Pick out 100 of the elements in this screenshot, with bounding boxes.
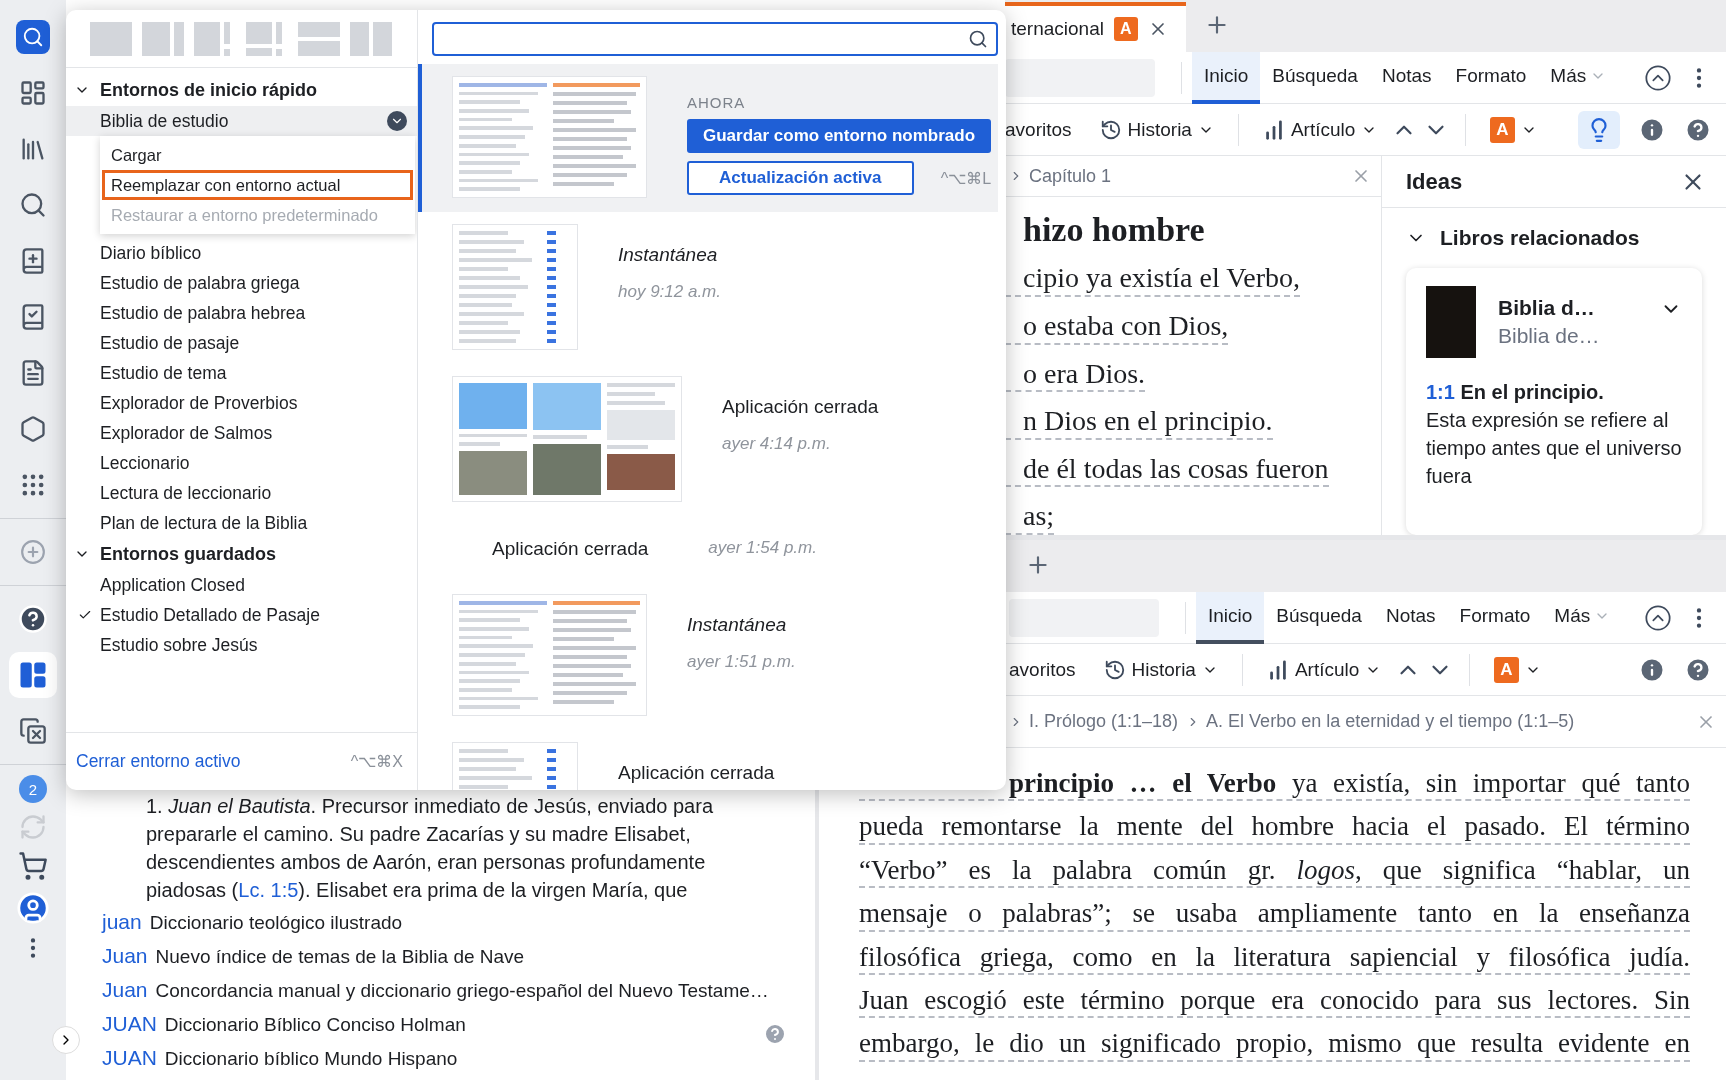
toolbar-tab[interactable]: Búsqueda [1260, 51, 1370, 104]
section-toggle[interactable]: Libros relacionados [1382, 208, 1726, 268]
search-field[interactable] [432, 22, 998, 56]
insights-button[interactable] [1578, 110, 1620, 149]
layout-list-item[interactable]: Estudio de pasaje [66, 328, 417, 358]
search-icon [968, 29, 988, 49]
layout-list-item[interactable]: Plan de lectura de la Biblia [66, 508, 417, 538]
commentary-line: Juan escogió este término porque era conocido para sus lectores. Sin [859, 974, 1690, 1019]
toolbar-field[interactable] [1009, 598, 1159, 637]
section-header[interactable]: Entornos de inicio rápido [66, 74, 317, 106]
history-icon [1103, 658, 1126, 681]
toolbar-tab[interactable]: Formato [1443, 51, 1539, 104]
commentary-line: filosófica griega, como en la literatura sapiencial y filosófica judía. [859, 931, 1690, 975]
document-tab[interactable]: ternacional A [1005, 2, 1186, 52]
shortcut-text: ^⌥⌘X [350, 752, 403, 771]
snapshot-row[interactable]: Instantánea hoy 9:12 a.m. [418, 212, 998, 364]
book-cover [1426, 286, 1476, 358]
toolbar-tab[interactable]: Más [1542, 591, 1623, 644]
snapshot-time: ayer 1:54 p.m. [708, 538, 817, 558]
toolbar-tab[interactable]: Inicio [1196, 591, 1265, 644]
toolbar-label: avoritos [1005, 118, 1072, 141]
close-layout-link[interactable]: Cerrar entorno activo [76, 751, 241, 772]
toolbar-tab[interactable]: Formato [1447, 591, 1543, 644]
hexagon-icon[interactable] [19, 415, 47, 443]
search-icon[interactable] [19, 191, 47, 219]
snapshot-time: hoy 9:12 a.m. [618, 282, 721, 302]
save-button[interactable]: Guardar como entorno nombrado [687, 119, 992, 153]
term-link[interactable]: Juan [102, 978, 148, 1002]
snapshot-time: ayer 1:51 p.m. [687, 652, 796, 672]
snapshot-row[interactable]: Instantánea ayer 1:51 p.m. [418, 582, 998, 730]
layout-list-item[interactable]: Estudio de palabra griega [66, 268, 417, 298]
cart-icon[interactable] [18, 851, 48, 881]
toolbar-field[interactable] [1005, 58, 1155, 97]
layout-list-item[interactable]: Explorador de Proverbios [66, 388, 417, 418]
toolbar-tab[interactable]: Búsqueda [1264, 591, 1374, 644]
commentary-line: mensaje o palabras”; se usaba ampliamente tanto en la enseñanza [859, 888, 1690, 932]
term-link[interactable]: JUAN [102, 1046, 157, 1070]
article-button[interactable]: Artículo [1254, 112, 1386, 147]
snapshot-time: ayer 4:14 p.m. [722, 434, 832, 454]
sidebar-button[interactable] [9, 652, 57, 698]
note-text: 1:1 En el principio. Esta expresión se refiere al tiempo antes que el universo fuera [1426, 380, 1682, 489]
resource-title: Diccionario Bíblico Conciso Holman [164, 1014, 466, 1036]
layout-list-item[interactable]: Lectura de leccionario [66, 478, 417, 508]
layout-icon[interactable] [18, 660, 48, 690]
commentary-line: pueda remontarse la mente del hombre hacia el pasado. El término [859, 801, 1690, 845]
article-button[interactable]: Artículo [1258, 652, 1390, 687]
layout-list-item[interactable]: Biblia de estudio [66, 106, 417, 136]
snapshot-row[interactable]: Aplicación cerrada ayer 4:14 p.m. [418, 364, 998, 516]
term-link[interactable]: JUAN [102, 1012, 157, 1036]
commentary-line: “Verbo” es la palabra común gr. logos, que significa “hablar, un [859, 844, 1690, 889]
snapshot-title: Aplicación cerrada [492, 538, 649, 560]
definition-text: 1. Juan el Bautista. Precursor inmediato de Jesús, enviado para prepararle el camino. Su padre Zacarías y su madre Elisabet, descendientes ambos de Aarón, eran personas profundamente piadosas (Lc. 1:5). Elisabet era prima de la virgen María, que [146, 794, 715, 903]
dashboard-icon[interactable] [19, 79, 47, 107]
history-button[interactable]: Historia [1095, 652, 1226, 687]
search-plus-icon[interactable] [16, 20, 50, 54]
snapshot-title: Aplicación cerrada [722, 396, 879, 418]
snapshot-row[interactable]: AHORA Guardar como entorno nombrado Actualización activa ^⌥⌘L [418, 64, 998, 212]
breadcrumb-item[interactable]: A. El Verbo en la eternidad y el tiempo (1:1–5) [1186, 711, 1575, 732]
live-update-button[interactable]: Actualización activa [687, 161, 914, 195]
toolbar-tab[interactable]: Inicio [1192, 51, 1261, 104]
toolbar-tab[interactable]: Más [1538, 51, 1619, 104]
snapshot-label: AHORA [687, 94, 747, 111]
commentary-line: embargo, le dio un significado propio, mismo que resulta evidente en [859, 1018, 1690, 1062]
layout-list-item[interactable]: Estudio sobre Jesús [66, 630, 417, 660]
layout-list-item[interactable]: Estudio Detallado de Pasaje [66, 600, 417, 630]
toolbar-tab[interactable]: Notas [1369, 51, 1444, 104]
resource-title: Diccionario bíblico Mundo Hispano [164, 1048, 458, 1070]
layout-list-item[interactable]: Estudio de tema [66, 358, 417, 388]
layout-list-item[interactable]: Diario bíblico [66, 238, 417, 268]
dropdown-icon[interactable] [387, 111, 407, 131]
snapshot-title: Instantánea [618, 244, 719, 266]
toolbar-tab[interactable]: Notas [1373, 591, 1448, 644]
resource-title: Nuevo índice de temas de la Biblia de Nave [155, 946, 525, 968]
term-link[interactable]: juan [102, 910, 142, 934]
book-subtitle: Biblia de… [1498, 324, 1601, 348]
layout-list-item[interactable]: Application Closed [66, 570, 417, 600]
menu-item[interactable]: Reemplazar con entorno actual [102, 170, 413, 200]
breadcrumb-item[interactable]: I. Prólogo (1:1–18) [1009, 711, 1179, 732]
breadcrumb-item[interactable]: Capítulo 1 [1009, 165, 1112, 187]
verse-link[interactable]: 1:1 [1426, 381, 1455, 403]
term-link[interactable]: Juan [102, 944, 148, 968]
layout-list-item[interactable]: Estudio de palabra hebrea [66, 298, 417, 328]
panel-title: Ideas [1406, 168, 1463, 195]
toolbar-label: avoritos [1009, 658, 1076, 681]
layout-list-item[interactable]: Explorador de Salmos [66, 418, 417, 448]
collapse-icon[interactable] [1644, 603, 1672, 632]
user-icon[interactable] [16, 891, 50, 925]
collapse-icon[interactable] [1644, 63, 1672, 92]
highlight-badge: A [1113, 17, 1138, 41]
snapshot-row[interactable]: Aplicación cerrada ayer 1:54 p.m. [418, 516, 998, 582]
shortcut-text: ^⌥⌘L [940, 168, 992, 188]
layout-list-item[interactable]: Leccionario [66, 448, 417, 478]
help-icon[interactable] [18, 604, 48, 634]
section-header[interactable]: Entornos guardados [66, 538, 276, 570]
book-title: Biblia d… [1498, 296, 1596, 320]
close-panels-icon[interactable] [19, 717, 47, 745]
resource-title: Diccionario teológico ilustrado [149, 912, 403, 934]
reference-link[interactable]: Lc. 1:5 [238, 879, 299, 901]
section-heading: hizo hombre [1022, 210, 1206, 250]
history-button[interactable]: Historia [1091, 112, 1222, 147]
